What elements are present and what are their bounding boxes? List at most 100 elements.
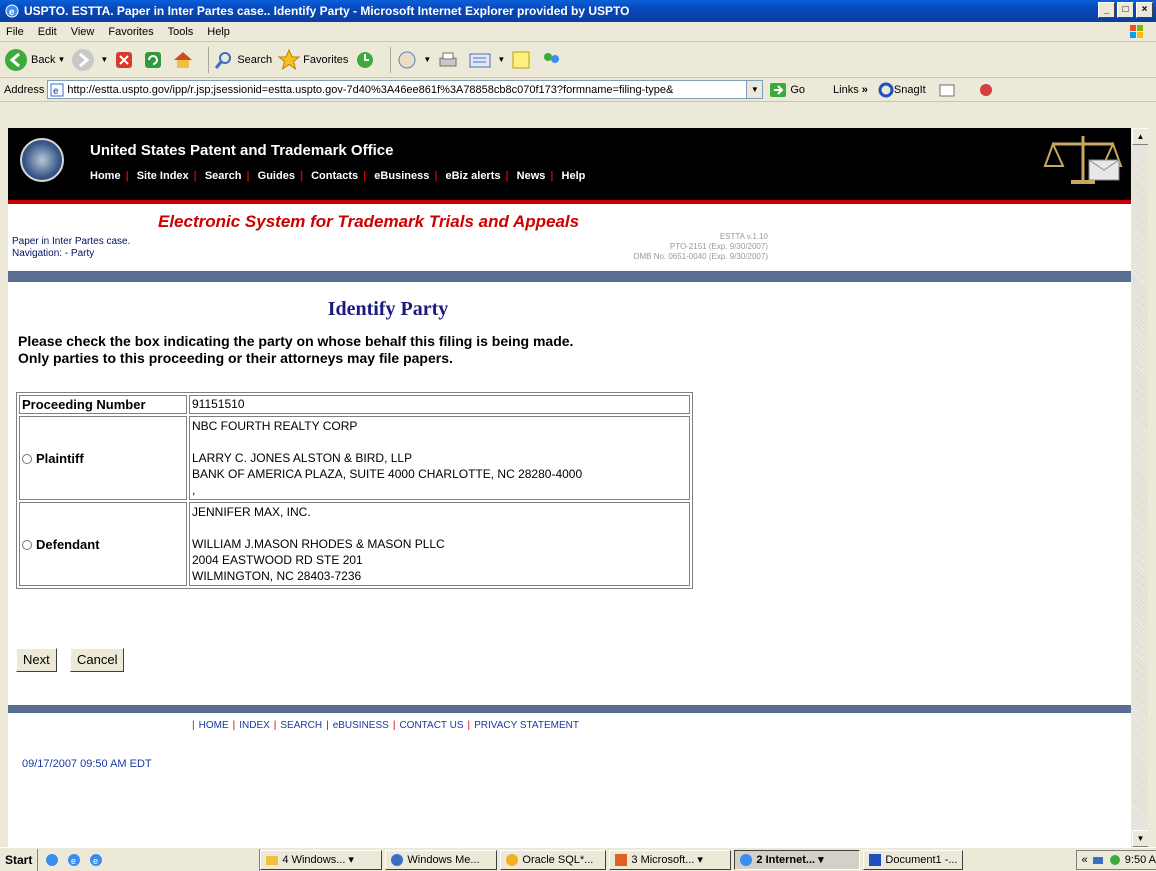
next-button[interactable]: Next [16, 648, 57, 672]
task-microsoft[interactable]: 3 Microsoft... ▾ [609, 849, 732, 870]
page-viewport: United States Patent and Trademark Offic… [8, 128, 1131, 847]
task-internet-explorer[interactable]: 2 Internet... ▾ [734, 849, 861, 870]
menu-help[interactable]: Help [207, 26, 230, 38]
quick-launch-icon[interactable] [44, 852, 60, 868]
toolbar-extra-icon[interactable] [978, 82, 1000, 98]
history-icon [357, 51, 374, 68]
start-button[interactable]: Start [0, 848, 39, 871]
mail-button[interactable]: ▼ [396, 50, 431, 70]
defendant-radio[interactable] [22, 539, 32, 550]
scroll-up-button[interactable]: ▲ [1132, 128, 1149, 145]
close-button[interactable]: × [1136, 2, 1153, 18]
plaintiff-radio[interactable] [22, 453, 32, 464]
defendant-name: JENNIFER MAX, INC. [192, 505, 311, 519]
forward-arrow-icon [72, 48, 95, 71]
menu-file[interactable]: File [6, 26, 24, 38]
defendant-option[interactable]: Defendant [19, 502, 187, 586]
edit-button[interactable]: ▼ [468, 50, 505, 70]
party-table: Proceeding Number 91151510 Plaintiff NBC… [16, 392, 693, 589]
page-icon: e [50, 83, 64, 97]
footer-link-home[interactable]: HOME [199, 720, 229, 731]
folder-icon [266, 855, 279, 865]
tray-expand-button[interactable]: « [1081, 854, 1087, 866]
content-frame-top [0, 102, 1156, 128]
window-title: USPTO. ESTTA. Paper in Inter Partes case… [24, 4, 630, 18]
go-label: Go [790, 83, 806, 96]
media-player-icon [391, 853, 404, 866]
nav-ebiz-alerts[interactable]: eBiz alerts [445, 170, 500, 182]
nav-search[interactable]: Search [205, 170, 242, 182]
estta-form-info: ESTTA v.1.10 PTO-2151 (Exp. 9/30/2007) O… [588, 232, 768, 262]
history-button[interactable] [354, 49, 379, 71]
messenger-button[interactable] [540, 50, 565, 70]
nav-home[interactable]: Home [90, 170, 121, 182]
scroll-down-button[interactable]: ▼ [1132, 830, 1149, 847]
address-url: http://estta.uspto.gov/ipp/r.jsp;jsessio… [67, 83, 674, 96]
discuss-button[interactable] [511, 50, 534, 70]
print-button[interactable] [437, 50, 462, 70]
estta-version: ESTTA v.1.10 [719, 232, 768, 241]
menu-edit[interactable]: Edit [38, 26, 57, 38]
snagit-window-icon[interactable] [938, 82, 956, 98]
defendant-address-line-2: WILMINGTON, NC 28403-7236 [192, 569, 362, 583]
nav-guides[interactable]: Guides [258, 170, 295, 182]
address-input[interactable]: e http://estta.uspto.gov/ipp/r.jsp;jsess… [47, 80, 748, 99]
instruction-line-1: Please check the box indicating the part… [18, 333, 574, 349]
taskbar: Start e e 4 Windows... ▾ Windows Me... O… [0, 847, 1156, 871]
footer-link-search[interactable]: SEARCH [280, 720, 322, 731]
snagit-button[interactable]: SnagIt [878, 82, 926, 98]
svg-text:e: e [71, 856, 76, 866]
nav-ebusiness[interactable]: eBusiness [374, 170, 429, 182]
footer-link-privacy[interactable]: PRIVACY STATEMENT [474, 720, 579, 731]
refresh-icon [145, 51, 162, 68]
task-windows-explorer[interactable]: 4 Windows... ▾ [260, 849, 383, 870]
microsoft-icon [615, 853, 628, 866]
nav-news[interactable]: News [517, 170, 546, 182]
plaintiff-option[interactable]: Plaintiff [19, 416, 187, 500]
footer-link-contact-us[interactable]: CONTACT US [399, 720, 463, 731]
maximize-button[interactable]: □ [1117, 2, 1134, 18]
tray-app-icon[interactable] [1108, 853, 1122, 867]
omb-number: OMB No. 0651-0040 (Exp. 9/30/2007) [633, 252, 768, 261]
plaintiff-info: NBC FOURTH REALTY CORP LARRY C. JONES AL… [189, 416, 690, 500]
forward-button[interactable]: ▼ [71, 48, 108, 72]
search-button[interactable]: Search [214, 50, 272, 70]
back-button[interactable]: Back ▼ [4, 48, 65, 72]
footer-link-ebusiness[interactable]: eBUSINESS [333, 720, 389, 731]
back-label: Back [31, 53, 56, 66]
windows-flag-icon [1130, 25, 1143, 38]
minimize-button[interactable]: _ [1098, 2, 1115, 18]
task-windows-media[interactable]: Windows Me... [385, 849, 498, 870]
network-icon[interactable] [1091, 853, 1105, 867]
menu-view[interactable]: View [71, 26, 95, 38]
cancel-button[interactable]: Cancel [70, 648, 125, 672]
stop-button[interactable] [114, 50, 137, 70]
footer-link-index[interactable]: INDEX [239, 720, 270, 731]
nav-contacts[interactable]: Contacts [311, 170, 358, 182]
favorites-button[interactable]: Favorites [278, 48, 348, 71]
home-button[interactable] [172, 50, 197, 70]
vertical-scrollbar[interactable]: ▲ ▼ [1131, 128, 1149, 847]
nav-help[interactable]: Help [562, 170, 586, 182]
table-row: Proceeding Number 91151510 [19, 395, 690, 414]
ie-icon [740, 853, 753, 866]
search-icon [215, 51, 232, 69]
window-title-bar[interactable]: e USPTO. ESTTA. Paper in Inter Partes ca… [0, 0, 1156, 22]
links-button[interactable]: Links » [833, 84, 868, 96]
toolbar-separator [208, 46, 210, 73]
estta-title: Electronic System for Trademark Trials a… [158, 212, 580, 231]
refresh-button[interactable] [143, 50, 166, 70]
pto-form-number: PTO-2151 (Exp. 9/30/2007) [669, 242, 768, 251]
quick-launch-ie-icon[interactable]: e [88, 852, 104, 868]
nav-site-index[interactable]: Site Index [137, 170, 189, 182]
address-dropdown-button[interactable]: ▼ [747, 80, 764, 99]
header-blue-rule [8, 271, 1131, 282]
menu-tools[interactable]: Tools [168, 26, 194, 38]
go-button[interactable]: Go [769, 82, 805, 98]
task-word-document[interactable]: Document1 -... [863, 849, 964, 870]
task-oracle-sql[interactable]: Oracle SQL*... [500, 849, 607, 870]
menu-favorites[interactable]: Favorites [108, 26, 153, 38]
ie-icon: e [5, 4, 19, 18]
edit-icon [469, 53, 491, 67]
quick-launch-ie-icon[interactable]: e [66, 852, 82, 868]
